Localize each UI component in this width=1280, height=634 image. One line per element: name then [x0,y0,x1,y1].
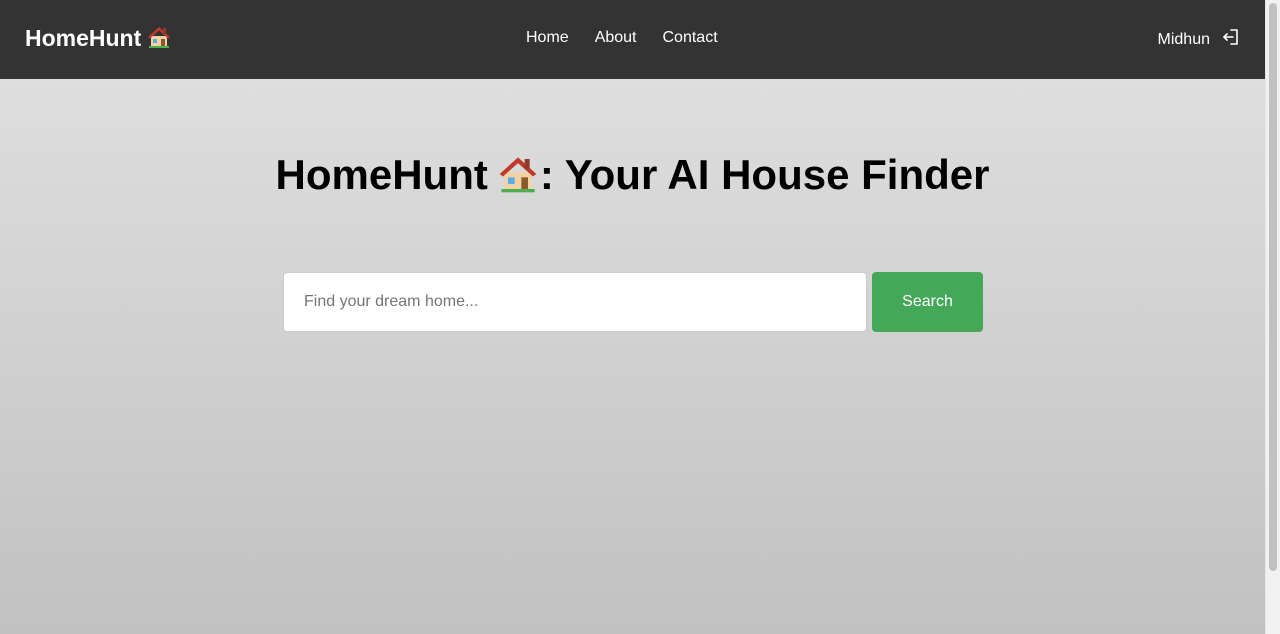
main-nav: Home About Contact [526,28,718,48]
house-icon [498,154,538,194]
page-title-text: : Your AI House Finder [539,151,990,198]
nav-link-home[interactable]: Home [526,28,569,48]
user-menu: Midhun [1158,28,1240,52]
house-icon [147,25,171,49]
nav-link-about[interactable]: About [595,28,637,48]
page-viewport: HomeHunt Home About Contact Midhun HomeH… [0,0,1265,634]
page-title-brand: HomeHunt [275,151,488,198]
user-name: Midhun [1157,31,1210,48]
browser-page: HomeHunt Home About Contact Midhun HomeH… [0,0,1280,634]
search-button[interactable]: Search [872,272,983,332]
logout-icon[interactable] [1222,28,1240,52]
nav-link-contact[interactable]: Contact [663,28,718,48]
navbar: HomeHunt Home About Contact Midhun [0,0,1265,79]
brand-name: HomeHunt [25,25,142,51]
page-title: HomeHunt : Your AI House Finder [0,150,1265,200]
vertical-scrollbar[interactable] [1265,0,1280,634]
scrollbar-thumb[interactable] [1269,3,1277,571]
brand-logo[interactable]: HomeHunt [25,23,171,53]
search-input[interactable] [283,272,867,332]
